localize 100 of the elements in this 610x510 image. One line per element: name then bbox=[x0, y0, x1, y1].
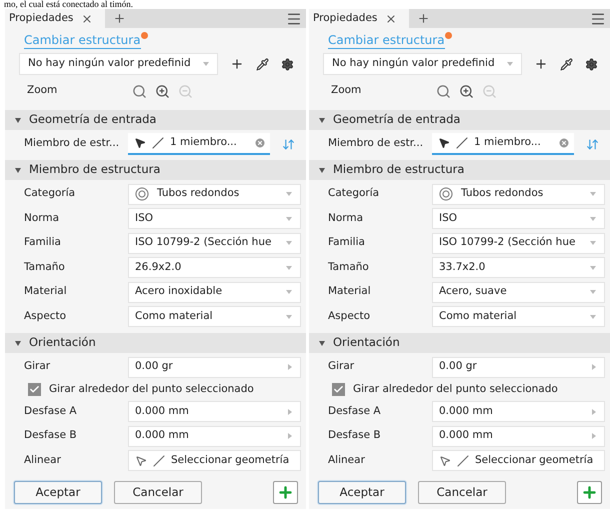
line-icon bbox=[153, 454, 165, 467]
dropdown-field[interactable]: 33.7x2.0 bbox=[432, 257, 605, 278]
caret-icon bbox=[286, 241, 292, 246]
field-label: Material bbox=[24, 284, 68, 300]
cancel-button[interactable]: Cancelar bbox=[418, 481, 506, 504]
panel-tab[interactable]: Propiedades bbox=[5, 9, 106, 28]
dropdown-field[interactable]: Acero inoxidable bbox=[128, 282, 301, 303]
dropdown-field[interactable]: ISO bbox=[432, 208, 605, 230]
number-field[interactable]: 0.00 gr bbox=[128, 356, 301, 378]
geometry-select-field[interactable]: Seleccionar geometría bbox=[432, 450, 605, 472]
field-label: Miembro de estr... bbox=[24, 136, 120, 152]
caret-icon bbox=[590, 314, 596, 319]
zoom-in-icon[interactable] bbox=[155, 84, 170, 98]
add-icon[interactable] bbox=[230, 57, 244, 71]
cancel-button[interactable]: Cancelar bbox=[114, 481, 202, 504]
number-field[interactable]: 0.000 mm bbox=[432, 401, 605, 422]
panel-tab[interactable]: Propiedades bbox=[309, 9, 410, 28]
preset-dropdown[interactable]: No hay ningún valor predefinid bbox=[19, 53, 218, 75]
dropdown-field[interactable]: ISO bbox=[128, 208, 301, 230]
dropdown-field[interactable]: Acero, suave bbox=[432, 282, 605, 303]
add-button[interactable] bbox=[273, 481, 298, 504]
section-header[interactable]: Orientación bbox=[309, 333, 610, 353]
number-field[interactable]: 0.000 mm bbox=[128, 426, 301, 447]
number-field[interactable]: 0.000 mm bbox=[128, 401, 301, 422]
collapse-arrow-icon bbox=[319, 118, 325, 122]
close-icon[interactable] bbox=[81, 12, 94, 24]
field-label: Alinear bbox=[24, 452, 62, 468]
zoom-all-icon[interactable] bbox=[132, 84, 147, 98]
menu-icon[interactable] bbox=[590, 10, 606, 26]
menu-icon[interactable] bbox=[286, 10, 302, 26]
field-label: Material bbox=[328, 284, 372, 300]
checkbox[interactable] bbox=[28, 383, 41, 396]
section-header[interactable]: Geometría de entrada bbox=[5, 110, 306, 130]
selection-field[interactable]: 1 miembro... bbox=[432, 133, 574, 155]
field-label: Desfase B bbox=[328, 428, 382, 444]
dropdown-field[interactable]: Como material bbox=[432, 306, 605, 328]
caret-icon bbox=[590, 241, 596, 246]
field-label: Girar bbox=[24, 359, 52, 374]
field-label: Girar bbox=[328, 359, 356, 374]
plus-icon bbox=[581, 484, 598, 501]
caret-icon bbox=[286, 290, 292, 294]
checkbox-label: Girar alrededor del punto seleccionado bbox=[353, 382, 558, 397]
settings-icon[interactable] bbox=[585, 58, 598, 70]
number-field[interactable]: 0.00 gr bbox=[432, 356, 605, 378]
collapse-arrow-icon bbox=[15, 340, 21, 346]
pointer-icon bbox=[438, 137, 450, 149]
field-label: Alinear bbox=[328, 452, 366, 468]
zoom-in-icon[interactable] bbox=[459, 84, 474, 98]
eyedropper-icon[interactable] bbox=[256, 58, 269, 70]
accept-button[interactable]: Aceptar bbox=[318, 481, 406, 504]
caption-text: mo, el cual está conectado al timón. bbox=[3, 0, 133, 9]
clear-icon[interactable] bbox=[254, 137, 266, 149]
geometry-select-field[interactable]: Seleccionar geometría bbox=[128, 450, 301, 472]
dropdown-field[interactable]: ISO 10799-2 (Sección hue bbox=[432, 232, 605, 254]
add-icon[interactable] bbox=[534, 57, 548, 71]
dropdown-field[interactable]: Tubos redondos bbox=[128, 184, 301, 205]
caret-icon bbox=[203, 62, 209, 66]
dropdown-field[interactable]: 26.9x2.0 bbox=[128, 257, 301, 278]
checkbox[interactable] bbox=[332, 383, 345, 396]
collapse-arrow-icon bbox=[319, 168, 325, 172]
pointer-icon bbox=[134, 137, 146, 149]
pointer-icon bbox=[135, 454, 147, 467]
line-icon bbox=[456, 137, 468, 149]
caret-icon bbox=[286, 216, 292, 221]
dropdown-field[interactable]: Tubos redondos bbox=[432, 184, 605, 205]
dropdown-field[interactable]: Como material bbox=[128, 306, 301, 328]
caret-icon bbox=[590, 192, 596, 196]
settings-icon[interactable] bbox=[281, 58, 294, 70]
zoom-all-icon[interactable] bbox=[436, 84, 451, 98]
close-icon[interactable] bbox=[385, 12, 398, 24]
add-tab-icon[interactable] bbox=[113, 12, 126, 25]
number-field[interactable]: 0.000 mm bbox=[432, 426, 605, 447]
section-header[interactable]: Orientación bbox=[5, 333, 306, 353]
dropdown-field[interactable]: ISO 10799-2 (Sección hue bbox=[128, 232, 301, 254]
add-tab-icon[interactable] bbox=[417, 12, 430, 25]
clear-icon[interactable] bbox=[558, 137, 570, 149]
preset-dropdown[interactable]: No hay ningún valor predefinid bbox=[323, 53, 522, 75]
accept-button[interactable]: Aceptar bbox=[14, 481, 102, 504]
field-label: Desfase B bbox=[24, 428, 78, 444]
selection-field[interactable]: 1 miembro... bbox=[128, 133, 270, 155]
collapse-arrow-icon bbox=[319, 340, 325, 346]
section-header[interactable]: Geometría de entrada bbox=[309, 110, 610, 130]
pointer-icon bbox=[439, 454, 451, 467]
flip-icon[interactable] bbox=[586, 138, 599, 150]
collapse-arrow-icon bbox=[15, 118, 21, 122]
caret-icon bbox=[507, 62, 513, 66]
caret-icon bbox=[286, 314, 292, 319]
section-header[interactable]: Miembro de estructura bbox=[5, 160, 306, 180]
line-icon bbox=[457, 454, 469, 467]
add-button[interactable] bbox=[577, 481, 602, 504]
field-label: Desfase A bbox=[24, 404, 78, 419]
field-label: Categoría bbox=[24, 186, 76, 202]
collapse-arrow-icon bbox=[15, 168, 21, 172]
eyedropper-icon[interactable] bbox=[560, 58, 573, 70]
zoom-label: Zoom bbox=[331, 83, 362, 98]
section-header[interactable]: Miembro de estructura bbox=[309, 160, 610, 180]
caret-icon bbox=[590, 290, 596, 294]
field-label: Norma bbox=[24, 210, 60, 226]
field-label: Desfase A bbox=[328, 404, 382, 419]
flip-icon[interactable] bbox=[282, 138, 295, 150]
